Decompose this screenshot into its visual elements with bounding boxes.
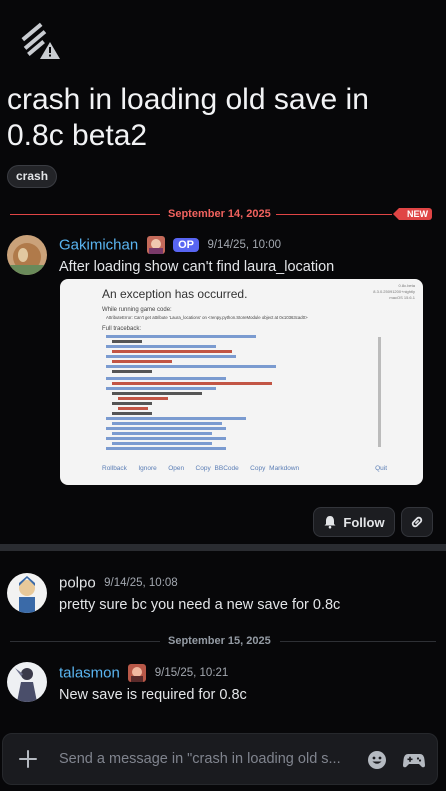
message-text: pretty sure bc you need a new save for 0… <box>59 597 341 613</box>
emoji-icon[interactable] <box>367 750 387 770</box>
username[interactable]: Gakimichan <box>59 237 138 254</box>
username[interactable]: polpo <box>59 574 96 591</box>
tag-crash[interactable]: crash <box>7 165 58 188</box>
avatar[interactable] <box>7 662 47 702</box>
attachment-image[interactable]: An exception has occurred. 0.8c.beta 8.3… <box>60 279 423 485</box>
traceback-label: Full traceback: <box>102 326 142 332</box>
date-divider: September 15, 2025 <box>10 635 436 647</box>
timestamp: 9/14/25, 10:08 <box>104 576 178 589</box>
thread-title: crash in loading old save in 0.8c beta2 <box>7 83 369 152</box>
avatar[interactable] <box>7 235 47 275</box>
avatar[interactable] <box>7 573 47 613</box>
username[interactable]: talasmon <box>59 665 120 682</box>
version-info: 0.8c.beta 8.3.0.25091200+nightly macOS 1… <box>373 283 415 300</box>
role-icon <box>128 664 147 682</box>
new-badge: NEW <box>393 208 432 220</box>
date-divider-new: September 14, 2025 NEW <box>10 208 436 220</box>
attachment-actions: Rollback Ignore Open Copy BBCode Copy Ma… <box>102 465 300 472</box>
op-badge: OP <box>173 238 200 252</box>
gamepad-icon[interactable] <box>403 750 425 770</box>
message-input[interactable]: Send a message in "crash in loading old … <box>59 751 341 767</box>
error-line: AttributeError: Can't get attribute 'Lau… <box>106 315 308 320</box>
follow-label: Follow <box>343 514 385 530</box>
exception-heading: An exception has occurred. <box>102 287 248 301</box>
quit-link: Quit <box>375 465 387 472</box>
timestamp: 9/14/25, 10:00 <box>207 239 282 251</box>
bell-icon <box>324 516 336 529</box>
traceback-lines <box>106 335 276 450</box>
message-text: New save is required for 0.8c <box>59 687 247 703</box>
thread-warning-icon <box>21 22 60 59</box>
running-label: While running game code: <box>102 307 172 313</box>
message-text: After loading show can't find laura_loca… <box>59 259 335 275</box>
section-separator <box>0 544 446 551</box>
message-composer: Send a message in "crash in loading old … <box>2 733 438 785</box>
date-divider-label: September 14, 2025 <box>168 208 271 220</box>
role-icon <box>146 236 165 254</box>
date-divider-label: September 15, 2025 <box>168 635 271 647</box>
timestamp: 9/15/25, 10:21 <box>154 667 229 679</box>
scrollbar <box>378 337 381 447</box>
follow-button[interactable]: Follow <box>313 507 395 537</box>
copy-link-button[interactable] <box>401 507 433 537</box>
plus-icon[interactable] <box>17 748 39 770</box>
link-icon <box>411 516 423 528</box>
